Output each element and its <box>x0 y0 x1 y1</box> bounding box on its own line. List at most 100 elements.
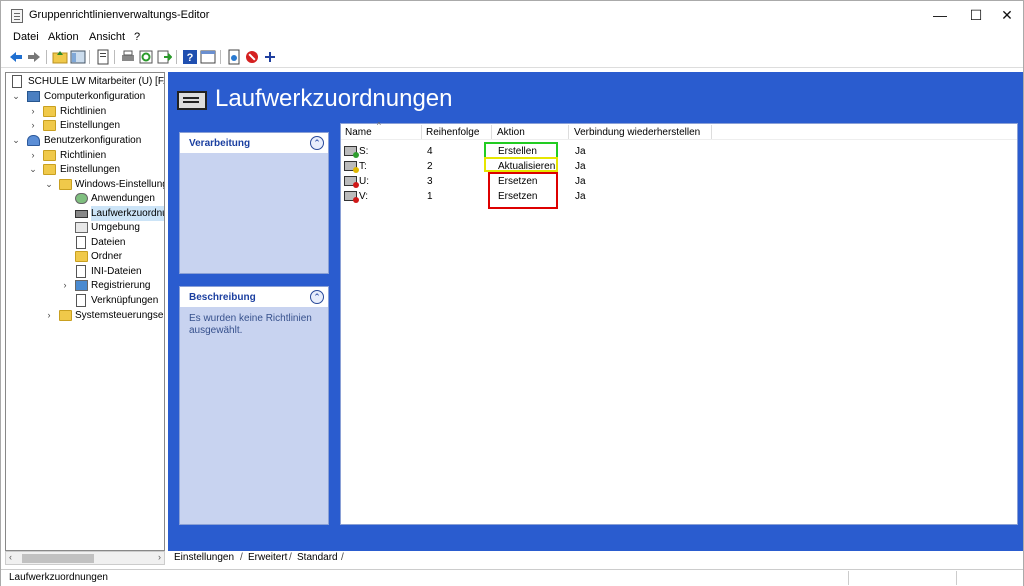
tree-item-label: Einstellungen <box>60 164 121 175</box>
menu-help[interactable]: ? <box>134 31 140 43</box>
folder-icon <box>43 150 56 161</box>
chevron-right-icon[interactable]: › <box>44 308 54 323</box>
export-icon[interactable] <box>156 49 172 65</box>
back-icon[interactable] <box>8 49 24 65</box>
panel-title: Beschreibung <box>189 292 256 303</box>
folder-icon <box>43 164 56 175</box>
column-name[interactable]: Name <box>345 127 372 138</box>
chevron-down-icon[interactable]: ⌄ <box>11 89 21 104</box>
files-icon <box>76 236 86 249</box>
status-separator <box>956 571 957 585</box>
update-highlight-box <box>484 157 558 172</box>
column-order[interactable]: Reihenfolge <box>426 127 479 138</box>
chevron-down-icon[interactable]: ⌄ <box>11 133 21 148</box>
tab-settings[interactable]: Einstellungen <box>174 552 235 563</box>
toolbar: ? <box>1 46 1023 68</box>
environment-icon <box>75 222 88 233</box>
cell-name: V: <box>359 191 369 202</box>
menu-view[interactable]: Ansicht <box>89 31 125 43</box>
scroll-right-icon[interactable]: › <box>158 552 161 562</box>
page-title: Laufwerkzuordnungen <box>215 85 453 112</box>
drive-icon <box>344 146 359 158</box>
column-separator[interactable] <box>491 125 492 139</box>
column-separator[interactable] <box>711 125 712 139</box>
cell-reconnect: Ja <box>575 146 586 157</box>
menu-action[interactable]: Aktion <box>48 31 79 43</box>
forward-icon[interactable] <box>26 49 42 65</box>
table-row[interactable]: T: 2 Aktualisieren Ja <box>341 159 1017 174</box>
table-row[interactable]: U: 3 Ersetzen Ja <box>341 174 1017 189</box>
menu-bar: Datei Aktion Ansicht ? <box>1 30 1023 45</box>
policy-document-icon <box>12 75 22 88</box>
tab-extended[interactable]: Erweitert <box>248 552 287 563</box>
toolbar-separator <box>89 50 90 64</box>
drive-icon <box>344 191 359 203</box>
toolbar-separator <box>114 50 115 64</box>
tab-separator: / <box>289 552 292 563</box>
collapse-icon[interactable]: ⌃ <box>310 136 324 150</box>
cell-order: 4 <box>427 146 433 157</box>
tab-separator: / <box>341 552 344 563</box>
user-icon <box>27 135 40 146</box>
table-row[interactable]: S: 4 Erstellen Ja <box>341 144 1017 159</box>
tree-item-label: Windows-Einstellung <box>75 179 165 190</box>
sort-ascending-icon: ^ <box>377 121 381 130</box>
chevron-right-icon[interactable]: › <box>60 278 70 293</box>
delete-icon[interactable] <box>244 49 260 65</box>
panel-title: Verarbeitung <box>189 138 251 149</box>
menu-file[interactable]: Datei <box>13 31 39 43</box>
cell-reconnect: Ja <box>575 176 586 187</box>
tree-horizontal-scrollbar[interactable]: ‹ › <box>5 551 165 565</box>
close-button[interactable]: ✕ <box>984 1 1024 30</box>
toolbar-separator <box>220 50 221 64</box>
window-title: Gruppenrichtlinienverwaltungs-Editor <box>29 9 210 21</box>
tree-item-label: INI-Dateien <box>91 266 142 277</box>
panel-header[interactable]: Verarbeitung ⌃ <box>180 133 328 153</box>
details-view-icon[interactable] <box>200 49 216 65</box>
chevron-right-icon[interactable]: › <box>28 118 38 133</box>
app-icon <box>11 9 23 23</box>
tree-item-label: Anwendungen <box>91 193 155 204</box>
toolbar-separator <box>46 50 47 64</box>
panel-header[interactable]: Beschreibung ⌃ <box>180 287 328 307</box>
add-icon[interactable] <box>262 49 278 65</box>
column-separator[interactable] <box>568 125 569 139</box>
tree-item-label: Dateien <box>91 237 126 248</box>
tree-item-label: Systemsteuerungseir <box>75 310 165 321</box>
help-icon[interactable]: ? <box>182 49 198 65</box>
view-tabs: Einstellungen / Erweitert / Standard / <box>168 551 1023 567</box>
folder-icon <box>43 120 56 131</box>
print-icon[interactable] <box>120 49 136 65</box>
scrollbar-thumb[interactable] <box>22 554 94 563</box>
properties-icon[interactable] <box>95 49 111 65</box>
toolbar-separator <box>176 50 177 64</box>
show-tree-icon[interactable] <box>70 49 86 65</box>
folder-icon <box>43 106 56 117</box>
cell-reconnect: Ja <box>575 161 586 172</box>
drive-maps-list[interactable]: Name ^ Reihenfolge Aktion Verbindung wie… <box>340 121 1018 525</box>
ini-file-icon <box>76 265 86 278</box>
column-reconnect[interactable]: Verbindung wiederherstellen <box>574 127 700 138</box>
new-item-icon[interactable] <box>226 49 242 65</box>
column-separator[interactable] <box>421 125 422 139</box>
navigation-tree[interactable]: SCHULE LW Mitarbeiter (U) [FAU ⌄ Compute… <box>5 72 165 551</box>
chevron-right-icon[interactable]: › <box>28 104 38 119</box>
column-action[interactable]: Aktion <box>497 127 525 138</box>
description-panel: Beschreibung ⌃ Es wurden keine Richtlini… <box>179 286 329 525</box>
tree-item-label: Registrierung <box>91 280 151 291</box>
table-row[interactable]: V: 1 Ersetzen Ja <box>341 189 1017 204</box>
chevron-down-icon[interactable]: ⌄ <box>44 177 54 192</box>
tree-item-label: Laufwerkzuordnu <box>91 206 164 221</box>
tree-item-label: Computerkonfiguration <box>44 91 146 102</box>
collapse-icon[interactable]: ⌃ <box>310 290 324 304</box>
chevron-down-icon[interactable]: ⌄ <box>28 162 38 177</box>
scroll-left-icon[interactable]: ‹ <box>9 552 12 562</box>
chevron-right-icon[interactable]: › <box>28 148 38 163</box>
refresh-icon[interactable] <box>138 49 154 65</box>
drive-icon <box>344 161 359 173</box>
cell-name: T: <box>359 161 367 172</box>
up-folder-icon[interactable] <box>52 49 68 65</box>
folder-icon <box>75 251 88 262</box>
tree-item-label: Richtlinien <box>60 106 107 117</box>
tab-standard[interactable]: Standard <box>297 552 338 563</box>
